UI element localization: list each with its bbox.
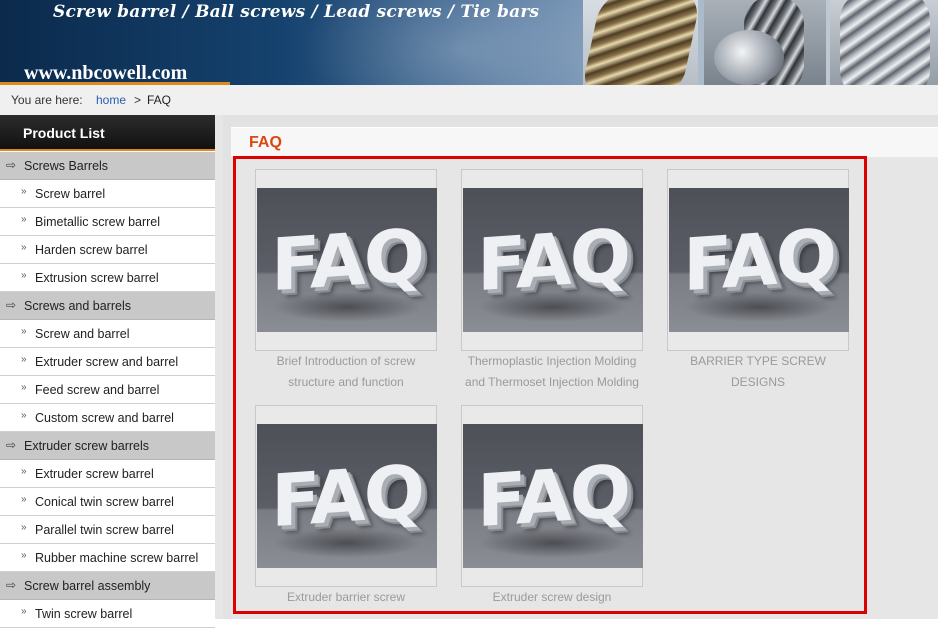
sidebar-item-label: Extrusion screw barrel: [35, 271, 159, 285]
arrow-right-icon: ⇨: [6, 578, 17, 592]
arrow-right-icon: ⇨: [6, 438, 17, 452]
sidebar-item-label: Screw and barrel: [35, 327, 130, 341]
sidebar-item-label: Extruder screw and barrel: [35, 355, 179, 369]
double-chevron-icon: »: [21, 466, 27, 477]
page-title: FAQ: [249, 134, 282, 151]
sidebar-item-label: Extruder screw barrels: [24, 439, 150, 453]
sidebar-item[interactable]: » Harden screw barrel: [0, 236, 215, 264]
breadcrumb-home-link[interactable]: home: [96, 93, 126, 107]
double-chevron-icon: »: [21, 410, 27, 421]
product-list-title: Product List: [0, 115, 215, 151]
sidebar-item-label: Extruder screw barrel: [35, 467, 154, 481]
double-chevron-icon: »: [21, 382, 27, 393]
breadcrumb-separator: >: [134, 93, 142, 107]
double-chevron-icon: »: [21, 214, 27, 225]
banner-tagline: Screw barrel / Ball screws / Lead screws…: [53, 2, 540, 22]
sidebar-item-label: Screws and barrels: [24, 299, 131, 313]
double-chevron-icon: »: [21, 550, 27, 561]
double-chevron-icon: »: [21, 270, 27, 281]
lead-screw-photo: [830, 0, 938, 85]
sidebar-item[interactable]: » Conical twin screw barrel: [0, 488, 215, 516]
double-chevron-icon: »: [21, 326, 27, 337]
sidebar-item-label: Screw barrel assembly: [24, 579, 151, 593]
sidebar-item[interactable]: » Screw and barrel: [0, 320, 215, 348]
arrow-right-icon: ⇨: [6, 298, 17, 312]
screw-photo: [583, 0, 698, 85]
sidebar-item[interactable]: » Feed screw and barrel: [0, 376, 215, 404]
sidebar-item-label: Conical twin screw barrel: [35, 495, 174, 509]
site-banner: Screw barrel / Ball screws / Lead screws…: [0, 0, 938, 85]
double-chevron-icon: »: [21, 606, 27, 617]
sidebar-category[interactable]: ⇨ Extruder screw barrels: [0, 432, 215, 460]
sidebar-item-label: Harden screw barrel: [35, 243, 148, 257]
arrow-right-icon: ⇨: [6, 158, 17, 172]
selection-highlight-box: [233, 156, 867, 614]
breadcrumb-current: FAQ: [147, 93, 172, 107]
sidebar-item-label: Rubber machine screw barrel: [35, 551, 199, 565]
breadcrumb-label: You are here:: [11, 93, 83, 107]
sidebar-item-label: Feed screw and barrel: [35, 383, 160, 397]
double-chevron-icon: »: [21, 354, 27, 365]
sidebar-item[interactable]: » Twin screw barrel: [0, 600, 215, 628]
sidebar-item-label: Screws Barrels: [24, 159, 109, 173]
sidebar-item[interactable]: » Rubber machine screw barrel: [0, 544, 215, 572]
sidebar-category[interactable]: ⇨ Screws and barrels: [0, 292, 215, 320]
sidebar-item[interactable]: » Extrusion screw barrel: [0, 264, 215, 292]
sidebar-item[interactable]: » Extruder screw and barrel: [0, 348, 215, 376]
sidebar-category[interactable]: ⇨ Screws Barrels: [0, 152, 215, 180]
sidebar-item[interactable]: » Parallel twin screw barrel: [0, 516, 215, 544]
sidebar-item-label: Screw barrel: [35, 187, 106, 201]
content-header: FAQ: [231, 127, 938, 157]
sidebar-item[interactable]: » Bimetallic screw barrel: [0, 208, 215, 236]
double-chevron-icon: »: [21, 494, 27, 505]
sidebar-category[interactable]: ⇨ Screw barrel assembly: [0, 572, 215, 600]
sidebar-item[interactable]: » Extruder screw barrel: [0, 460, 215, 488]
sidebar-divider: [215, 115, 223, 619]
sidebar-item-label: Bimetallic screw barrel: [35, 215, 161, 229]
double-chevron-icon: »: [21, 186, 27, 197]
sidebar-item-label: Parallel twin screw barrel: [35, 523, 174, 537]
sidebar-item-label: Custom screw and barrel: [35, 411, 174, 425]
ball-screw-photo: [704, 0, 826, 85]
sidebar-item[interactable]: » Custom screw and barrel: [0, 404, 215, 432]
breadcrumb: You are here: home > FAQ: [0, 85, 938, 115]
sidebar-item[interactable]: » Screw barrel: [0, 180, 215, 208]
double-chevron-icon: »: [21, 242, 27, 253]
double-chevron-icon: »: [21, 522, 27, 533]
product-list-sidebar: Product List ⇨ Screws Barrels » Screw barre…: [0, 115, 215, 628]
